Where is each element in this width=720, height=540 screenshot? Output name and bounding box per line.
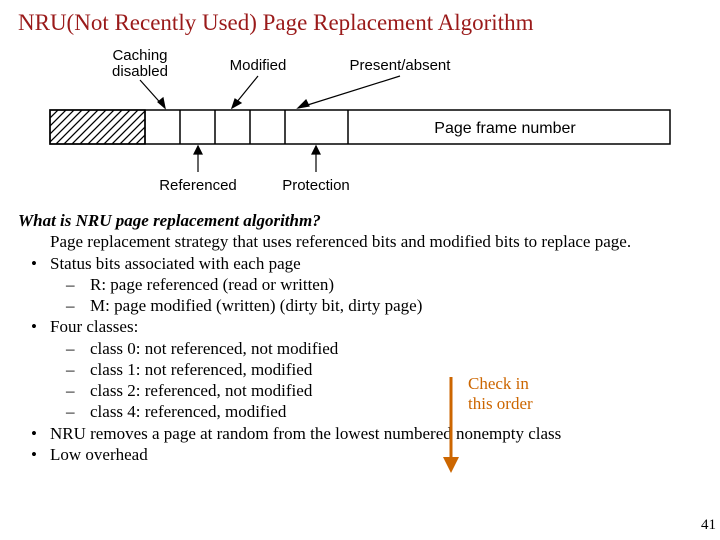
page-table-entry-diagram: Caching disabled Modified Present/absent… [30, 42, 690, 202]
sub-class0: –class 0: not referenced, not modified [18, 338, 708, 359]
bullet-low-overhead: •Low overhead [18, 444, 708, 465]
diag-label-present: Present/absent [350, 57, 452, 74]
sub-class1: –class 1: not referenced, modified [18, 359, 708, 380]
description-text: Page replacement strategy that uses refe… [18, 231, 708, 252]
diag-label-protection: Protection [282, 177, 350, 194]
diag-label-frame: Page frame number [434, 120, 576, 137]
slide-title: NRU(Not Recently Used) Page Replacement … [0, 0, 720, 36]
slide-body: What is NRU page replacement algorithm? … [0, 202, 720, 465]
question-heading: What is NRU page replacement algorithm? [18, 210, 708, 231]
bullet-nru-removes: •NRU removes a page at random from the l… [18, 423, 708, 444]
sub-class2: –class 2: referenced, not modified [18, 380, 708, 401]
diag-label-referenced: Referenced [159, 177, 237, 194]
check-order-annotation: Check in this order [468, 374, 533, 413]
bullet-four-classes: •Four classes: [18, 316, 708, 337]
sub-r-bit: –R: page referenced (read or written) [18, 274, 708, 295]
sub-class4: –class 4: referenced, modified [18, 401, 708, 422]
sub-m-bit: –M: page modified (written) (dirty bit, … [18, 295, 708, 316]
down-arrow-icon [440, 375, 462, 475]
diag-label-modified: Modified [230, 57, 287, 74]
diag-label-caching: Caching [112, 47, 167, 64]
diag-label-caching2: disabled [112, 63, 168, 80]
bullet-status-bits: •Status bits associated with each page [18, 253, 708, 274]
page-number: 41 [701, 517, 716, 534]
